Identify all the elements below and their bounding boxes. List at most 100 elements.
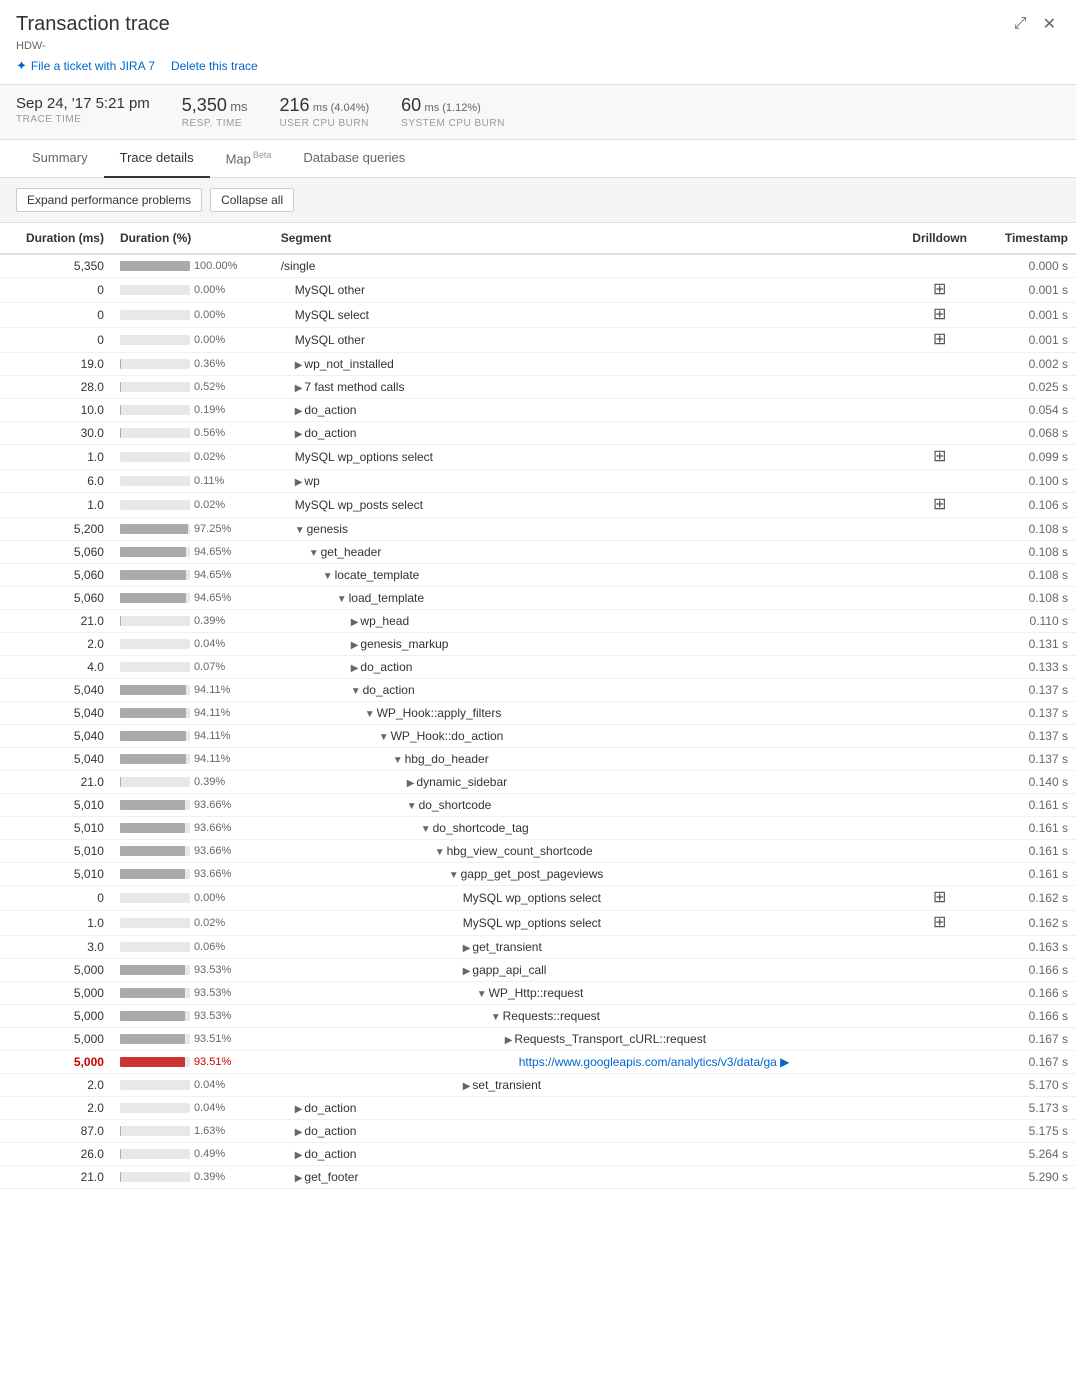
cell-drilldown (898, 936, 982, 959)
cell-duration-ms: 21.0 (0, 1166, 112, 1189)
chevron-right-icon[interactable]: ▶ (295, 1173, 303, 1184)
chevron-right-icon[interactable]: ▶ (351, 617, 359, 628)
chevron-down-icon[interactable]: ▼ (393, 755, 403, 766)
chevron-down-icon[interactable]: ▼ (309, 548, 319, 559)
cell-duration-pct: 0.39% (112, 1166, 273, 1189)
cell-duration-pct: 0.00% (112, 278, 273, 303)
tab-database-queries[interactable]: Database queries (287, 140, 421, 178)
database-icon[interactable]: ⊞ (932, 449, 948, 465)
duration-bar-fill (120, 524, 188, 534)
duration-bar-bg (120, 570, 190, 580)
chevron-down-icon[interactable]: ▼ (323, 571, 333, 582)
duration-pct-text: 0.00% (194, 309, 239, 321)
chevron-down-icon[interactable]: ▼ (379, 732, 389, 743)
database-icon[interactable]: ⊞ (932, 332, 948, 348)
chevron-down-icon[interactable]: ▼ (351, 686, 361, 697)
tab-map[interactable]: MapBeta (210, 140, 288, 178)
chevron-down-icon[interactable]: ▼ (435, 847, 445, 858)
cell-drilldown (898, 254, 982, 278)
duration-pct-text: 0.11% (194, 475, 239, 487)
cell-duration-ms: 6.0 (0, 470, 112, 493)
tab-trace-details[interactable]: Trace details (104, 140, 210, 178)
duration-pct-text: 0.00% (194, 284, 239, 296)
chevron-down-icon[interactable]: ▼ (491, 1012, 501, 1023)
chevron-right-icon[interactable]: ▶ (295, 1127, 303, 1138)
cell-segment: MySQL wp_posts select (273, 493, 898, 518)
duration-bar-fill (120, 593, 186, 603)
chevron-right-icon[interactable]: ▶ (295, 360, 303, 371)
cell-segment: ▼ hbg_do_header (273, 748, 898, 771)
chevron-down-icon[interactable]: ▼ (407, 801, 417, 812)
close-icon[interactable]: ✕ (1039, 12, 1060, 36)
cell-duration-pct: 0.07% (112, 656, 273, 679)
table-row: 5,04094.11%▼ hbg_do_header0.137 s (0, 748, 1076, 771)
chevron-down-icon[interactable]: ▼ (477, 989, 487, 1000)
cell-drilldown (898, 399, 982, 422)
chevron-right-icon[interactable]: ▶ (295, 429, 303, 440)
database-icon[interactable]: ⊞ (932, 915, 948, 931)
chevron-down-icon[interactable]: ▼ (337, 594, 347, 605)
duration-pct-text: 94.11% (194, 753, 239, 765)
jira-link[interactable]: ✦ File a ticket with JIRA 7 (16, 58, 155, 74)
system-cpu-metric: 60 ms (1.12%) SYSTEM CPU BURN (401, 95, 505, 129)
cell-drilldown[interactable]: ⊞ (898, 493, 982, 518)
duration-pct-text: 0.39% (194, 615, 239, 627)
cell-drilldown (898, 794, 982, 817)
duration-bar-bg (120, 359, 190, 369)
chevron-right-icon[interactable]: ▶ (295, 406, 303, 417)
cell-timestamp: 0.108 s (982, 518, 1076, 541)
chevron-right-icon[interactable]: ▶ (295, 477, 303, 488)
duration-bar-bg (120, 593, 190, 603)
chevron-right-icon[interactable]: ▶ (407, 778, 415, 789)
cell-duration-pct: 94.65% (112, 564, 273, 587)
chevron-right-icon[interactable]: ▶ (295, 1104, 303, 1115)
cell-duration-pct: 94.65% (112, 541, 273, 564)
cell-duration-ms: 0 (0, 303, 112, 328)
tab-summary[interactable]: Summary (16, 140, 104, 178)
cell-segment: MySQL other (273, 328, 898, 353)
external-segment-link[interactable]: https://www.googleapis.com/analytics/v3/… (519, 1055, 790, 1069)
chevron-down-icon[interactable]: ▼ (449, 870, 459, 881)
cell-duration-pct: 0.00% (112, 303, 273, 328)
database-icon[interactable]: ⊞ (932, 890, 948, 906)
duration-bar-fill (120, 570, 186, 580)
cell-duration-pct: 94.11% (112, 725, 273, 748)
duration-bar-bg (120, 1080, 190, 1090)
chevron-right-icon[interactable]: ▶ (351, 663, 359, 674)
cell-duration-ms: 21.0 (0, 610, 112, 633)
delete-trace-link[interactable]: Delete this trace (171, 59, 258, 73)
duration-pct-text: 94.65% (194, 569, 239, 581)
chevron-down-icon[interactable]: ▼ (295, 525, 305, 536)
database-icon[interactable]: ⊞ (932, 497, 948, 513)
cell-drilldown (898, 353, 982, 376)
database-icon[interactable]: ⊞ (932, 307, 948, 323)
chevron-right-icon[interactable]: ▶ (463, 1081, 471, 1092)
expand-performance-button[interactable]: Expand performance problems (16, 188, 202, 212)
chevron-down-icon[interactable]: ▼ (365, 709, 375, 720)
cell-drilldown[interactable]: ⊞ (898, 278, 982, 303)
cell-drilldown[interactable]: ⊞ (898, 328, 982, 353)
chevron-right-icon[interactable]: ▶ (463, 943, 471, 954)
duration-pct-text: 0.56% (194, 427, 239, 439)
chevron-right-icon[interactable]: ▶ (505, 1035, 513, 1046)
database-icon[interactable]: ⊞ (932, 282, 948, 298)
collapse-all-button[interactable]: Collapse all (210, 188, 294, 212)
expand-icon[interactable]: ⤢ (1010, 12, 1031, 36)
chevron-right-icon[interactable]: ▶ (295, 383, 303, 394)
duration-bar-fill (120, 1057, 185, 1067)
duration-bar-bg (120, 310, 190, 320)
cell-drilldown[interactable]: ⊞ (898, 886, 982, 911)
cell-segment[interactable]: https://www.googleapis.com/analytics/v3/… (273, 1051, 898, 1074)
chevron-right-icon[interactable]: ▶ (295, 1150, 303, 1161)
cell-drilldown (898, 840, 982, 863)
cell-drilldown[interactable]: ⊞ (898, 911, 982, 936)
cell-duration-ms: 1.0 (0, 911, 112, 936)
chevron-right-icon[interactable]: ▶ (351, 640, 359, 651)
chevron-right-icon[interactable]: ▶ (463, 966, 471, 977)
chevron-down-icon[interactable]: ▼ (421, 824, 431, 835)
cell-drilldown[interactable]: ⊞ (898, 445, 982, 470)
duration-pct-text: 94.11% (194, 684, 239, 696)
duration-bar-bg (120, 524, 190, 534)
cell-drilldown[interactable]: ⊞ (898, 303, 982, 328)
segment-text: get_footer (304, 1170, 358, 1184)
